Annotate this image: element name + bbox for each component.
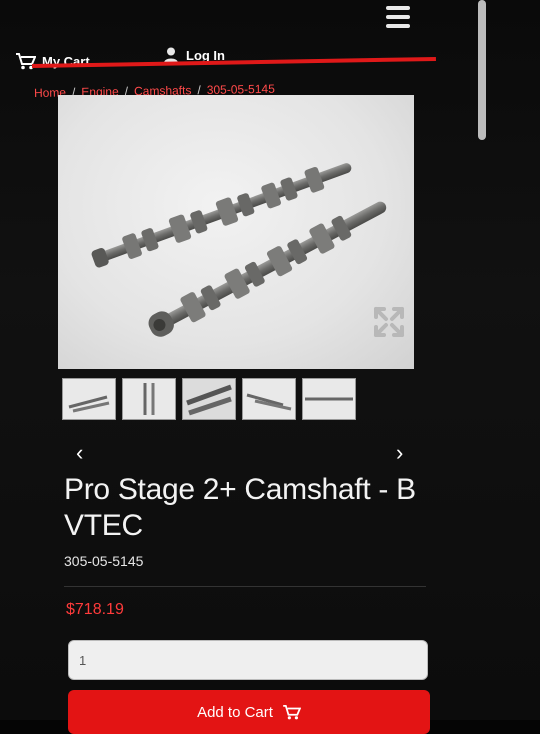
header-accent-bar [31, 56, 436, 68]
product-sku: 305-05-5145 [64, 553, 144, 569]
product-price: $718.19 [66, 601, 124, 618]
thumbnail-5[interactable] [302, 378, 356, 420]
mobile-screen: My Cart Log In Home / Engine / Camshafts/305… [0, 0, 540, 734]
product-title: Pro Stage 2+ Camshaft - B VTEC [64, 473, 416, 542]
menu-line [386, 24, 410, 28]
thumbnail-image [68, 395, 110, 413]
thumbnail-1[interactable] [62, 378, 116, 420]
expand-icon[interactable] [372, 305, 406, 339]
scrollbar-thumb[interactable] [478, 0, 486, 140]
thumbnail-2[interactable] [122, 378, 176, 420]
add-to-cart-label: Add to Cart [197, 703, 273, 721]
thumbnail-image [246, 393, 292, 411]
hamburger-menu-icon[interactable] [386, 6, 410, 28]
previous-image-chevron-left-icon[interactable]: ‹ [76, 440, 83, 466]
add-to-cart-button[interactable]: Add to Cart [68, 690, 430, 734]
thumbnail-strip [62, 378, 356, 420]
shopping-cart-icon [283, 704, 301, 719]
thumbnail-image [186, 384, 232, 416]
thumbnail-4[interactable] [242, 378, 296, 420]
menu-line [386, 15, 410, 19]
section-divider [64, 586, 426, 587]
product-main-image[interactable] [58, 95, 414, 369]
thumbnail-image [305, 397, 353, 401]
quantity-input[interactable] [68, 640, 428, 680]
menu-line [386, 6, 410, 10]
camshaft-illustration [91, 163, 387, 337]
thumbnail-3[interactable] [182, 378, 236, 420]
next-image-chevron-right-icon[interactable]: › [396, 440, 403, 466]
thumbnail-image [143, 383, 155, 415]
scrollbar[interactable] [478, 0, 486, 140]
